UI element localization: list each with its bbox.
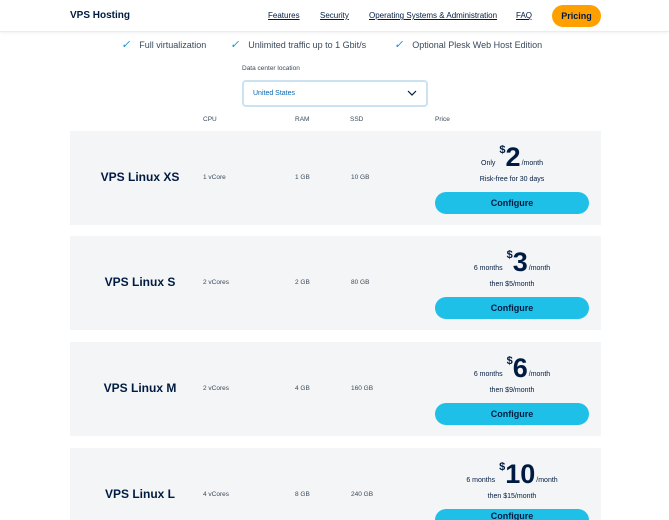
price-period: /month (536, 477, 558, 484)
plan-ram: 2 GB (295, 279, 310, 286)
configure-button[interactable]: Configure (435, 403, 589, 425)
price-prefix: Only (481, 160, 496, 167)
plan-ssd: 160 GB (351, 385, 374, 392)
price-amount: 3 (512, 247, 528, 277)
nav-link-os-administration[interactable]: Operating Systems & Administration (369, 11, 497, 20)
pricing-button[interactable]: Pricing (552, 5, 601, 27)
top-navigation: VPS Hosting Features Security Operating … (0, 0, 669, 32)
price-period: /month (528, 371, 551, 378)
plan-cpu: 1 vCore (203, 174, 226, 181)
plan-ssd: 80 GB (351, 279, 370, 286)
price-prefix: 6 months (466, 477, 496, 484)
datacenter-selected-value: United States (253, 90, 296, 97)
plan-price: Only $ 2 /month Risk-free for 30 days (435, 143, 589, 183)
price-period: /month (528, 265, 551, 272)
check-icon: ✓ (120, 39, 133, 51)
plan-price: 6 months $ 3 /month then $5/month (435, 248, 589, 288)
price-prefix: 6 months (473, 371, 503, 378)
configure-button[interactable]: Configure (435, 297, 589, 319)
feature-label: Optional Plesk Web Host Edition (412, 40, 543, 50)
plan-cpu: 2 vCores (203, 279, 230, 286)
plan-name: VPS Linux S (104, 275, 176, 289)
plan-ssd: 10 GB (351, 174, 370, 181)
nav-link-features[interactable]: Features (268, 11, 300, 20)
price-note: then $15/month (487, 493, 537, 500)
nav-link-security[interactable]: Security (320, 11, 349, 20)
price-amount: 2 (505, 142, 521, 172)
plan-name: VPS Linux L (104, 487, 175, 501)
plan-ssd: 240 GB (351, 491, 374, 498)
feature-label: Unlimited traffic up to 1 Gbit/s (248, 40, 367, 50)
brand-title[interactable]: VPS Hosting (70, 10, 130, 21)
price-note: then $9/month (489, 387, 535, 394)
check-icon: ✓ (393, 39, 406, 51)
plan-ram: 1 GB (295, 174, 310, 181)
plan-name: VPS Linux M (103, 381, 177, 395)
plan-ram: 8 GB (295, 491, 310, 498)
price-note: Risk-free for 30 days (479, 176, 545, 183)
feature-item: ✓ Optional Plesk Web Host Edition (393, 38, 543, 51)
plan-price: 6 months $ 6 /month then $9/month (435, 354, 589, 394)
feature-label: Full virtualization (139, 40, 207, 50)
price-prefix: 6 months (473, 265, 503, 272)
plan-card-m: VPS Linux M 2 vCores 4 GB 160 GB 6 month… (70, 342, 601, 436)
configure-button[interactable]: Configure (435, 509, 589, 520)
plan-cpu: 4 vCores (203, 491, 230, 498)
column-header-price: Price (435, 116, 450, 123)
column-header-cpu: CPU (203, 116, 217, 123)
configure-button[interactable]: Configure (435, 192, 589, 214)
nav-link-faq[interactable]: FAQ (516, 11, 532, 20)
plan-card-s: VPS Linux S 2 vCores 2 GB 80 GB 6 months… (70, 236, 601, 330)
price-amount: 6 (512, 353, 528, 383)
datacenter-label: Data center location (242, 65, 300, 72)
feature-item: ✓ Full virtualization (120, 38, 207, 51)
column-header-ram: RAM (295, 116, 310, 123)
plan-cpu: 2 vCores (203, 385, 230, 392)
price-amount: 10 (505, 459, 536, 489)
plan-price: 6 months $ 10 /month then $15/month (435, 460, 589, 500)
plan-name: VPS Linux XS (100, 170, 180, 184)
column-header-ssd: SSD (350, 116, 364, 123)
plan-card-l: VPS Linux L 4 vCores 8 GB 240 GB 6 month… (70, 448, 601, 520)
chevron-down-icon (407, 90, 417, 96)
plan-ram: 4 GB (295, 385, 310, 392)
price-note: then $5/month (489, 281, 535, 288)
feature-list: ✓ Full virtualization ✓ Unlimited traffic … (0, 38, 669, 54)
price-period: /month (521, 160, 543, 167)
datacenter-select[interactable]: United States (242, 80, 428, 107)
check-icon: ✓ (229, 39, 242, 51)
plan-card-xs: VPS Linux XS 1 vCore 1 GB 10 GB Only $ 2… (70, 131, 601, 225)
feature-item: ✓ Unlimited traffic up to 1 Gbit/s (229, 38, 367, 51)
